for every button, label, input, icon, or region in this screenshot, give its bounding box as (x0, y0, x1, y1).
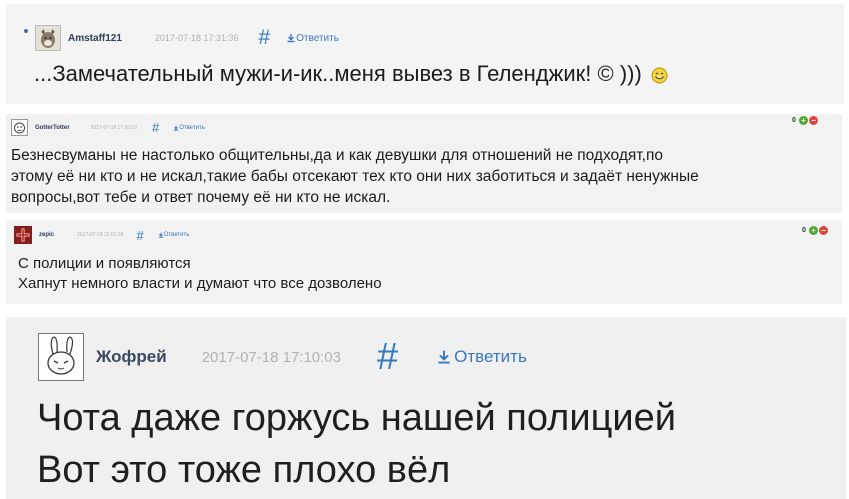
vote-count: 0 (792, 117, 796, 124)
reply-label: Ответить (179, 124, 205, 131)
comment-date: 2017-07-18 17:10:03 (90, 124, 137, 131)
comment-line: Безнесвуманы не настолько общительны,да … (11, 147, 663, 164)
bunny-avatar-icon[interactable] (38, 333, 84, 381)
comment-line: Хапнут немного власти и думают что все д… (18, 275, 382, 292)
comment: Жофрей 2017-07-18 17:10:03 # Ответить Чо… (6, 317, 846, 499)
comment-line: этому её ни кто и не искал,такие бабы от… (11, 168, 699, 185)
comment-date: 2017-07-18 22:01:39 (77, 232, 124, 238)
author-name[interactable]: Жофрей (96, 347, 167, 367)
author-name[interactable]: Amstaff121 (68, 33, 122, 44)
vote-up-icon[interactable]: + (808, 226, 818, 235)
reply-label: Ответить (296, 32, 339, 44)
comment-line: Вот это тоже плохо вёл (37, 449, 451, 491)
comment-line: С полиции и появляются (18, 255, 191, 272)
comment-line: ...Замечательный мужи-и-ик..меня вывез в… (34, 61, 642, 86)
comment-text: ...Замечательный мужи-и-ик..меня вывез в… (34, 60, 668, 88)
dog-avatar-icon[interactable] (35, 25, 61, 51)
reply-button[interactable]: Ответить (173, 125, 205, 131)
vote-down-icon[interactable]: − (818, 226, 828, 235)
cross-emblem-avatar-icon[interactable] (14, 226, 32, 244)
reply-button[interactable]: Ответить (436, 347, 527, 367)
comment: zepic 2017-07-18 22:01:39 # Ответить 0 +… (6, 220, 842, 304)
comment-text: С полиции и появляются Хапнут немного вл… (18, 254, 382, 294)
download-arrow-icon (438, 350, 450, 364)
vote-down-icon[interactable]: − (808, 116, 818, 125)
vote-controls: 0 + − (802, 226, 828, 235)
reply-button[interactable]: Ответить (286, 33, 339, 44)
comment-text: Безнесвуманы не настолько общительны,да … (11, 145, 699, 208)
smiley-icon (651, 67, 668, 84)
permalink-hash[interactable]: # (377, 338, 398, 376)
vote-controls: 0 + − (792, 116, 818, 125)
download-arrow-icon (287, 34, 295, 43)
cartoon-avatar-icon[interactable] (11, 119, 28, 136)
comment-date: 2017-07-18 17:10:03 (201, 348, 341, 366)
permalink-hash[interactable]: # (259, 26, 271, 50)
author-name[interactable]: GotterTotter (35, 125, 70, 131)
comment: Amstaff121 2017-07-18 17:31:36 # Ответит… (6, 4, 844, 104)
reply-label: Ответить (163, 232, 190, 238)
reply-label: Ответить (454, 347, 527, 366)
vote-up-icon[interactable]: + (798, 116, 808, 125)
reply-button[interactable]: Ответить (158, 232, 190, 238)
permalink-hash[interactable]: # (152, 120, 159, 135)
vote-count: 0 (802, 227, 806, 234)
comment-text: Чота даже горжусь нашей полицией Вот это… (37, 392, 676, 496)
comment-line: вопросы,вот тебе и ответ почему её ни кт… (11, 189, 391, 206)
comment: GotterTotter 2017-07-18 17:10:03 # Ответ… (6, 114, 842, 213)
comment-date: 2017-07-18 17:31:36 (154, 33, 239, 43)
comment-line: Чота даже горжусь нашей полицией (37, 397, 676, 439)
author-name[interactable]: zepic (39, 232, 54, 238)
bullet-icon (24, 29, 28, 33)
permalink-hash[interactable]: # (136, 228, 143, 243)
